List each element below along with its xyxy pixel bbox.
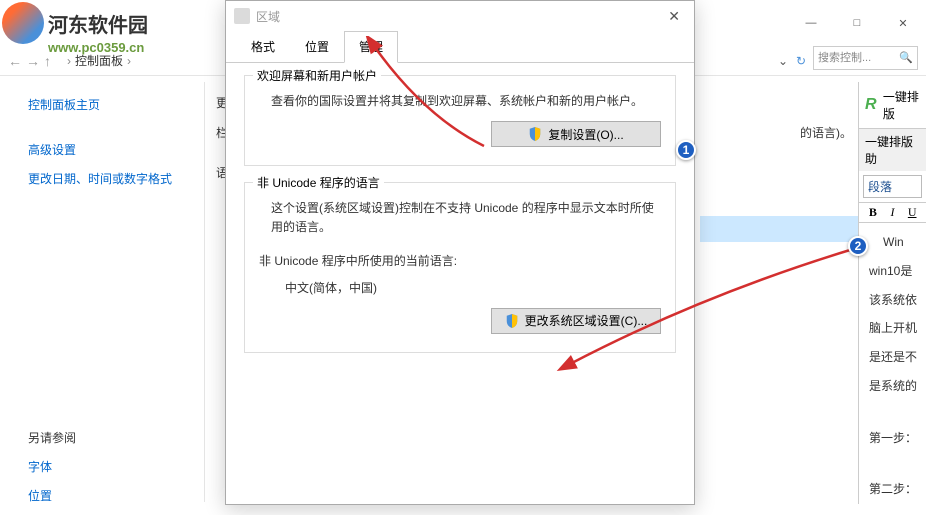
sidebar-link-fonts[interactable]: 字体 [28,452,204,481]
editor-header: 一键排版助 [859,129,926,171]
back-button[interactable]: ← [8,53,22,69]
copy-settings-button[interactable]: 复制设置(O)... [491,121,661,147]
welcome-screen-group: 欢迎屏幕和新用户帐户 查看你的国际设置并将其复制到欢迎屏幕、系统帐户和新的用户帐… [244,75,676,166]
group-title-welcome: 欢迎屏幕和新用户帐户 [253,67,381,84]
group-desc-welcome: 查看你的国际设置并将其复制到欢迎屏幕、系统帐户和新的用户帐户。 [271,92,661,111]
sidebar: 控制面板主页 高级设置 更改日期、时间或数字格式 另请参阅 字体 位置 [0,82,205,502]
tab-admin[interactable]: 管理 [344,31,398,63]
minimize-button[interactable]: — [788,8,834,38]
italic-button[interactable]: I [885,205,901,220]
selected-row-highlight [700,216,860,242]
annotation-marker-2: 2 [848,236,868,256]
editor-line: 是系统的 [869,375,922,398]
bold-button[interactable]: B [865,205,881,220]
editor-line: 第一步： [869,427,922,450]
editor-line: 该系统依 [869,289,922,312]
group-title-unicode: 非 Unicode 程序的语言 [253,174,384,191]
editor-line: 脑上开机 [869,317,922,340]
window-controls: — □ ✕ [788,8,926,38]
search-icon: 🔍 [899,51,913,64]
maximize-button[interactable]: □ [834,8,880,38]
region-dialog: 区域 ✕ 格式 位置 管理 欢迎屏幕和新用户帐户 查看你的国际设置并将其复制到欢… [225,0,695,505]
up-button[interactable]: ↑ [44,53,51,69]
tab-location[interactable]: 位置 [290,31,344,62]
editor-line: 是还是不 [869,346,922,369]
side-editor-panel: R 一键排版 一键排版助 段落 B I U Win win10是 该系统依 脑上… [858,82,926,504]
current-language-value: 中文(简体，中国) [285,279,661,298]
unicode-group: 非 Unicode 程序的语言 这个设置(系统区域设置)控制在不支持 Unico… [244,182,676,353]
dialog-tabs: 格式 位置 管理 [226,31,694,63]
annotation-marker-1: 1 [676,140,696,160]
paragraph-dropdown[interactable]: 段落 [863,175,922,198]
refresh-button[interactable]: ↻ [796,54,806,68]
group-desc-unicode: 这个设置(系统区域设置)控制在不支持 Unicode 的程序中显示文本时所使用的… [271,199,661,237]
close-button[interactable]: ✕ [880,8,926,38]
shield-icon [505,314,519,328]
editor-line: 第二步： [869,478,922,501]
sidebar-link-datetime[interactable]: 更改日期、时间或数字格式 [28,164,204,193]
chevron-right-icon: › [127,54,131,68]
underline-button[interactable]: U [904,205,920,220]
dialog-title: 区域 [256,8,662,25]
change-locale-label: 更改系统区域设置(C)... [525,312,648,329]
tab-format[interactable]: 格式 [236,31,290,62]
admin-panel: 欢迎屏幕和新用户帐户 查看你的国际设置并将其复制到欢迎屏幕、系统帐户和新的用户帐… [226,63,694,381]
forward-button[interactable]: → [26,53,40,69]
sidebar-link-location[interactable]: 位置 [28,481,204,510]
sidebar-link-advanced[interactable]: 高级设置 [28,135,204,164]
dialog-icon [234,8,250,24]
editor-line: win10是 [869,260,922,283]
format-toolbar: B I U [859,202,926,223]
editor-window-title: 一键排版 [883,88,920,122]
editor-logo-icon: R [865,96,879,114]
bg-text-fragment: 的语言)。 [800,124,852,141]
editor-content[interactable]: Win win10是 该系统依 脑上开机 是还是不 是系统的 第一步： 第二步： [859,223,926,515]
search-input[interactable]: 搜索控制... 🔍 [813,46,918,70]
dialog-close-button[interactable]: ✕ [662,8,686,25]
dialog-titlebar: 区域 ✕ [226,1,694,31]
copy-settings-label: 复制设置(O)... [548,126,623,143]
sidebar-heading-seealso: 另请参阅 [28,423,204,452]
editor-titlebar: R 一键排版 [859,82,926,129]
chevron-right-icon: › [67,54,71,68]
current-language-label: 非 Unicode 程序中所使用的当前语言: [259,252,661,271]
breadcrumb-item[interactable]: 控制面板 [75,52,123,69]
breadcrumb-dropdown[interactable]: ⌄ [778,54,788,68]
shield-icon [528,127,542,141]
change-locale-button[interactable]: 更改系统区域设置(C)... [491,308,661,334]
search-placeholder: 搜索控制... [818,52,871,64]
editor-line: Win [869,231,922,254]
sidebar-link-home[interactable]: 控制面板主页 [28,90,204,119]
